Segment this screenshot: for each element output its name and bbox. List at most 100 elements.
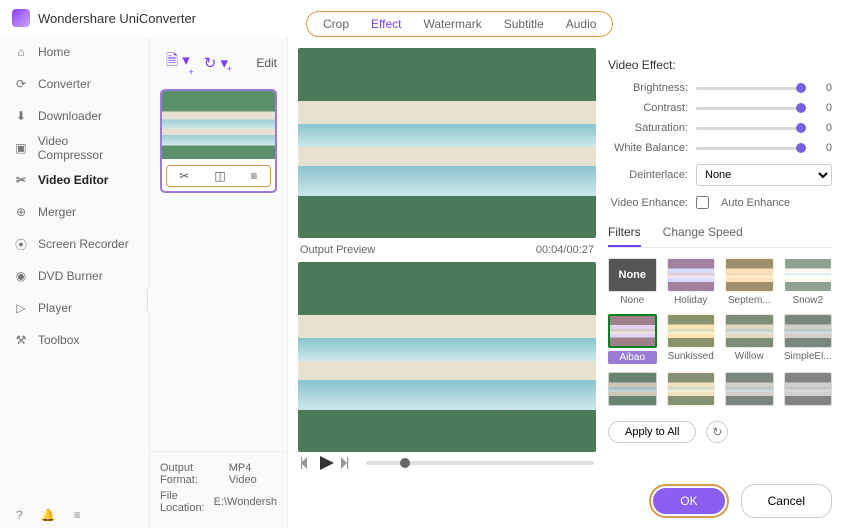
tab-audio[interactable]: Audio — [566, 17, 597, 31]
reset-icon[interactable]: ↻ — [706, 421, 728, 443]
dialog-footer: OK Cancel — [649, 484, 832, 518]
saturation-value: 0 — [814, 122, 832, 134]
sidebar: ⌂Home ⟳Converter ⬇Downloader ▣Video Comp… — [0, 36, 150, 528]
filter-label: Septem... — [725, 295, 774, 306]
sidebar-item-dvd[interactable]: ◉ DVD Burner — [0, 260, 149, 292]
file-location-label: File Location: — [160, 490, 210, 514]
sidebar-item-label: Video Compressor — [38, 134, 135, 162]
more-icon[interactable]: ≡ — [251, 169, 258, 183]
filter-willow[interactable]: Willow — [725, 314, 774, 364]
clip-toolbar: 🗎+ ▾ ↻+ ▾ Edit — [150, 36, 287, 83]
filter-september[interactable]: Septem... — [725, 258, 774, 306]
saturation-label: Saturation: — [608, 122, 688, 134]
tab-subtitle[interactable]: Subtitle — [504, 17, 544, 31]
app-title: Wondershare UniConverter — [38, 11, 196, 26]
prev-frame-button[interactable] — [300, 456, 314, 470]
preview-time: 00:04/00:27 — [536, 244, 594, 256]
filter-item[interactable] — [608, 372, 657, 409]
filter-thumb — [608, 314, 657, 348]
sidebar-item-player[interactable]: ▷Player — [0, 292, 149, 324]
dvd-icon: ◉ — [14, 269, 28, 283]
recorder-icon: ⦿ — [14, 236, 28, 253]
contrast-slider[interactable] — [696, 107, 806, 110]
output-settings: Output Format:MP4 Video File Location: E:… — [150, 451, 287, 528]
timeline-slider[interactable] — [366, 461, 594, 465]
filter-thumb — [667, 258, 716, 292]
cancel-button[interactable]: Cancel — [741, 484, 832, 518]
filter-thumb — [667, 314, 716, 348]
sidebar-item-downloader[interactable]: ⬇Downloader — [0, 100, 149, 132]
clip-thumbnail[interactable]: ✂ ◫ ≡ — [160, 89, 277, 193]
tab-effect[interactable]: Effect — [371, 17, 401, 31]
auto-enhance-checkbox[interactable] — [696, 196, 709, 209]
output-format-value[interactable]: MP4 Video — [229, 462, 277, 486]
filter-thumb — [667, 372, 716, 406]
sidebar-item-label: Converter — [38, 77, 91, 91]
thumbnail-image — [162, 91, 275, 159]
add-file-button[interactable]: 🗎+ ▾ — [166, 50, 190, 75]
apply-to-all-button[interactable]: Apply to All — [608, 421, 696, 443]
sidebar-item-toolbox[interactable]: ⚒Toolbox — [0, 324, 149, 356]
sidebar-item-converter[interactable]: ⟳Converter — [0, 68, 149, 100]
filter-none[interactable]: NoneNone — [608, 258, 657, 306]
sidebar-item-home[interactable]: ⌂Home — [0, 36, 149, 68]
home-icon: ⌂ — [14, 45, 28, 59]
tab-watermark[interactable]: Watermark — [423, 17, 481, 31]
sidebar-item-label: DVD Burner — [38, 269, 103, 283]
filter-holiday[interactable]: Holiday — [667, 258, 716, 306]
ok-button[interactable]: OK — [653, 488, 724, 514]
filter-item[interactable] — [667, 372, 716, 409]
sidebar-item-merger[interactable]: ⊕ Merger — [0, 196, 149, 228]
crop-icon[interactable]: ◫ — [214, 169, 225, 183]
play-controls — [298, 452, 596, 470]
cut-icon[interactable]: ✂ — [179, 169, 189, 183]
filter-aibao[interactable]: Aibao — [608, 314, 657, 364]
merger-icon: ⊕ — [14, 205, 28, 219]
output-format-label: Output Format: — [160, 462, 225, 486]
file-location-value[interactable]: E:\Wondersh — [214, 496, 277, 508]
sidebar-item-compressor[interactable]: ▣Video Compressor — [0, 132, 149, 164]
filter-thumb: None — [608, 258, 657, 292]
filter-simpleel[interactable]: SimpleEl... — [784, 314, 833, 364]
subtab-speed[interactable]: Change Speed — [663, 221, 743, 247]
play-button[interactable] — [320, 456, 334, 470]
brightness-slider[interactable] — [696, 87, 806, 90]
edit-link[interactable]: Edit — [256, 56, 277, 70]
brightness-label: Brightness: — [608, 82, 688, 94]
add-folder-button[interactable]: ↻+ ▾ — [204, 54, 228, 72]
bell-icon[interactable]: 🔔 — [41, 508, 56, 522]
whitebalance-slider[interactable] — [696, 147, 806, 150]
deinterlace-select[interactable]: None — [696, 164, 832, 186]
sidebar-item-recorder[interactable]: ⦿ Screen Recorder — [0, 228, 149, 260]
filter-thumb — [725, 258, 774, 292]
filter-label: Sunkissed — [667, 351, 716, 362]
preview-output — [298, 262, 596, 452]
subtab-filters[interactable]: Filters — [608, 221, 641, 247]
video-effect-title: Video Effect: — [608, 58, 832, 72]
filter-thumb — [608, 372, 657, 406]
auto-enhance-text: Auto Enhance — [721, 197, 790, 209]
filter-label: Holiday — [667, 295, 716, 306]
sidebar-item-label: Screen Recorder — [38, 237, 129, 251]
sidebar-item-editor[interactable]: ✂Video Editor — [0, 164, 149, 196]
filter-item[interactable] — [784, 372, 833, 409]
saturation-slider[interactable] — [696, 127, 806, 130]
filter-sunkissed[interactable]: Sunkissed — [667, 314, 716, 364]
download-icon: ⬇ — [14, 109, 28, 123]
next-frame-button[interactable] — [340, 456, 354, 470]
menu-icon[interactable]: ≡ — [74, 508, 81, 522]
filter-thumb — [784, 258, 833, 292]
filter-thumb — [784, 314, 833, 348]
app-logo — [12, 9, 30, 27]
contrast-value: 0 — [814, 102, 832, 114]
filter-item[interactable] — [725, 372, 774, 409]
filter-label: Aibao — [608, 351, 657, 364]
sidebar-item-label: Merger — [38, 205, 76, 219]
contrast-label: Contrast: — [608, 102, 688, 114]
tab-crop[interactable]: Crop — [323, 17, 349, 31]
effect-editor: Crop Effect Watermark Subtitle Audio Out… — [288, 0, 850, 528]
editor-tabs: Crop Effect Watermark Subtitle Audio — [288, 0, 850, 48]
help-icon[interactable]: ? — [16, 508, 23, 522]
filter-snow2[interactable]: Snow2 — [784, 258, 833, 306]
filter-subtabs: Filters Change Speed — [608, 221, 832, 248]
